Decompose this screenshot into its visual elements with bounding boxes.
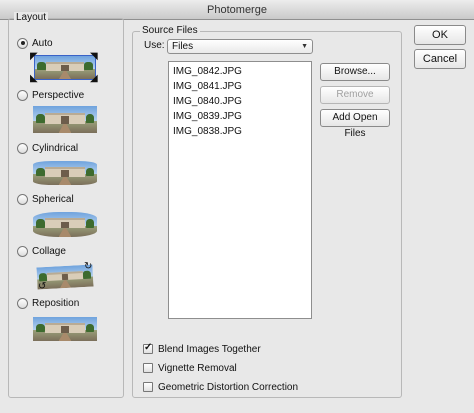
auto-corner-icon: ◢ — [90, 73, 98, 84]
rotate-arrow-icon: ↺ — [38, 281, 47, 292]
layout-option-spherical[interactable]: Spherical — [17, 192, 74, 206]
perspective-radio[interactable] — [17, 89, 28, 101]
auto-preview — [34, 55, 96, 80]
reposition-preview — [33, 317, 97, 341]
vignette-removal-label: Vignette Removal — [158, 362, 237, 374]
blend-images-label: Blend Images Together — [158, 343, 261, 355]
blend-images-checkbox[interactable] — [143, 342, 153, 354]
blend-images-option[interactable]: Blend Images Together — [143, 342, 261, 356]
chevron-down-icon: ▼ — [301, 43, 308, 50]
file-list-item[interactable]: IMG_0841.JPG — [173, 79, 307, 94]
perspective-label: Perspective — [32, 89, 85, 101]
spherical-preview — [33, 212, 97, 237]
auto-radio[interactable] — [17, 37, 28, 49]
auto-label: Auto — [32, 37, 53, 49]
distortion-correction-option[interactable]: Geometric Distortion Correction — [143, 380, 298, 394]
cancel-button[interactable]: Cancel — [414, 49, 466, 69]
vignette-removal-option[interactable]: Vignette Removal — [143, 361, 237, 375]
remove-button[interactable]: Remove — [320, 86, 390, 104]
layout-option-reposition[interactable]: Reposition — [17, 296, 79, 310]
use-label: Use: — [144, 40, 165, 51]
cylindrical-radio[interactable] — [17, 142, 28, 154]
file-list-item[interactable]: IMG_0840.JPG — [173, 94, 307, 109]
file-list-item[interactable]: IMG_0842.JPG — [173, 64, 307, 79]
layout-option-auto[interactable]: Auto — [17, 36, 53, 50]
collage-radio[interactable] — [17, 245, 28, 257]
layout-option-perspective[interactable]: Perspective — [17, 88, 84, 102]
layout-option-collage[interactable]: Collage — [17, 244, 66, 258]
file-list-item[interactable]: IMG_0839.JPG — [173, 109, 307, 124]
perspective-preview — [33, 106, 97, 133]
cylindrical-label: Cylindrical — [32, 142, 79, 154]
rotate-arrow-icon: ↻ — [84, 261, 93, 272]
distortion-correction-label: Geometric Distortion Correction — [158, 381, 299, 393]
use-select[interactable]: Files ▼ — [167, 39, 313, 54]
reposition-radio[interactable] — [17, 297, 28, 309]
cylindrical-preview — [33, 161, 97, 185]
layout-group-title: Layout — [14, 12, 49, 23]
reposition-label: Reposition — [32, 297, 80, 309]
auto-corner-icon: ◥ — [90, 51, 98, 62]
use-select-value: Files — [172, 41, 194, 52]
add-open-files-button[interactable]: Add Open Files — [320, 109, 390, 139]
distortion-correction-checkbox[interactable] — [143, 382, 153, 392]
auto-corner-icon: ◣ — [30, 73, 38, 84]
browse-button[interactable]: Browse... — [320, 63, 390, 81]
layout-option-cylindrical[interactable]: Cylindrical — [17, 141, 78, 155]
spherical-label: Spherical — [32, 193, 74, 205]
window-title: Photomerge — [0, 0, 474, 20]
source-files-title: Source Files — [140, 25, 200, 36]
file-list-item[interactable]: IMG_0838.JPG — [173, 124, 307, 139]
spherical-radio[interactable] — [17, 193, 28, 205]
file-list[interactable]: IMG_0842.JPG IMG_0841.JPG IMG_0840.JPG I… — [168, 61, 312, 319]
collage-label: Collage — [32, 245, 66, 257]
vignette-removal-checkbox[interactable] — [143, 363, 153, 373]
ok-button[interactable]: OK — [414, 25, 466, 45]
auto-corner-icon: ◤ — [30, 51, 38, 62]
